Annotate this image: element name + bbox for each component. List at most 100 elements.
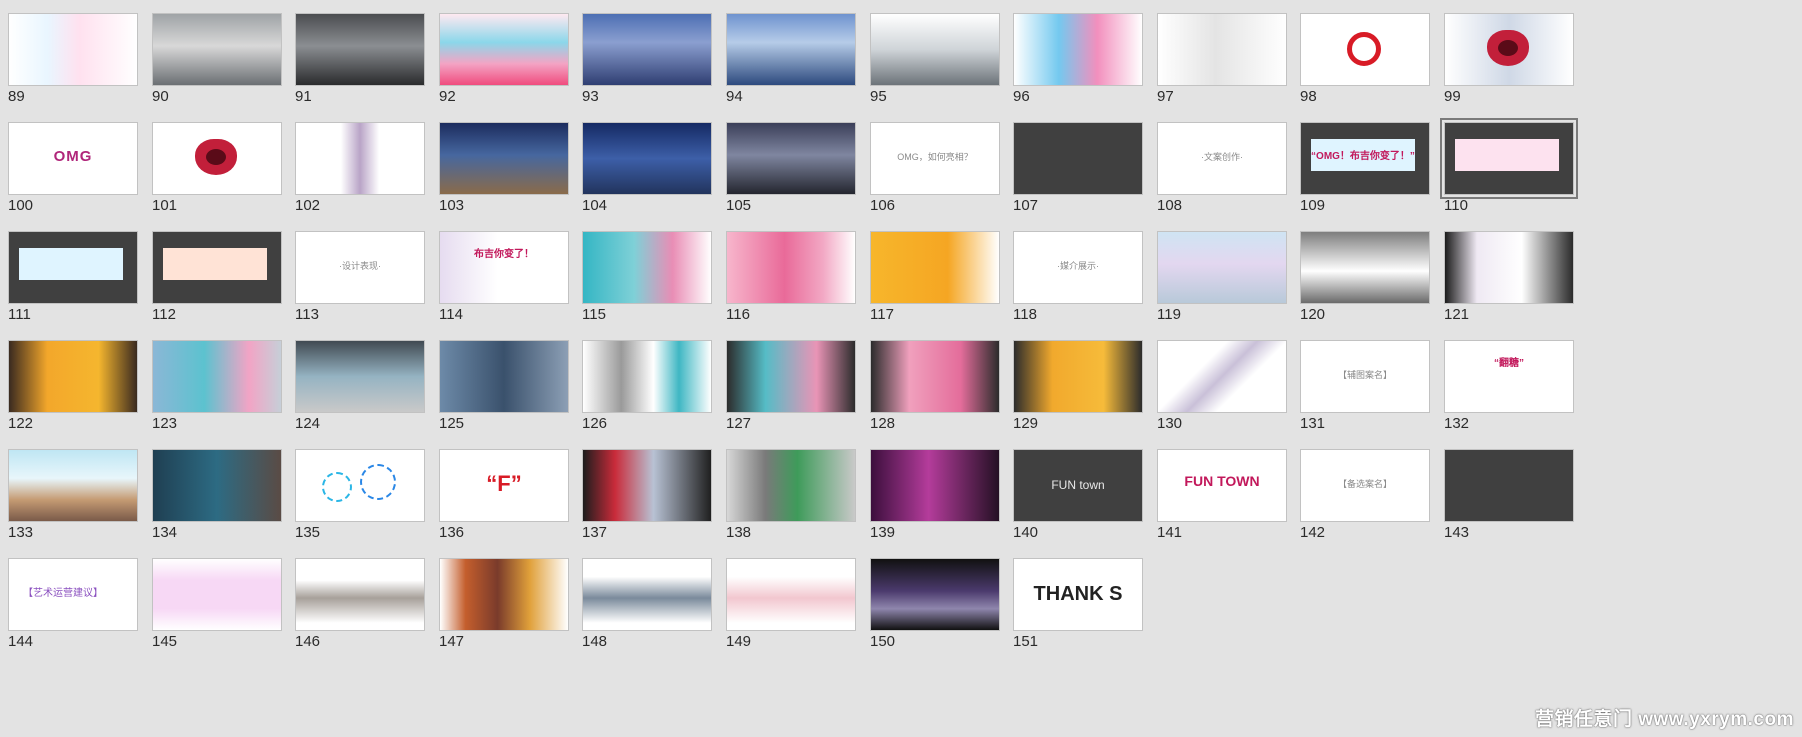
slide-thumbnail-108[interactable]: ·文案创作· 108 xyxy=(1157,122,1287,214)
slide-thumbnail-94[interactable]: 94 xyxy=(726,13,856,105)
slide-thumbnail-131[interactable]: 【辅图案名】 131 xyxy=(1300,340,1430,432)
slide-number: 109 xyxy=(1300,197,1326,214)
slide-thumbnail-107[interactable]: 107 xyxy=(1013,122,1143,214)
slide-thumbnail-146[interactable]: 146 xyxy=(295,558,425,650)
slide-thumbnail-98[interactable]: 98 xyxy=(1300,13,1430,105)
slide-number: 144 xyxy=(8,633,34,650)
slide-preview: “F” xyxy=(439,449,569,522)
slide-thumbnail-137[interactable]: 137 xyxy=(582,449,712,541)
slide-thumbnail-89[interactable]: 89 xyxy=(8,13,138,105)
slide-thumbnail-96[interactable]: 96 xyxy=(1013,13,1143,105)
slide-thumbnail-115[interactable]: 115 xyxy=(582,231,712,323)
slide-thumbnail-135[interactable]: 135 xyxy=(295,449,425,541)
slide-thumbnail-134[interactable]: 134 xyxy=(152,449,282,541)
slide-number: 97 xyxy=(1157,88,1174,105)
slide-number: 103 xyxy=(439,197,465,214)
slide-thumbnail-110[interactable]: 110 xyxy=(1440,118,1578,214)
slide-preview xyxy=(1013,340,1143,413)
slide-thumbnail-140[interactable]: FUN town 140 xyxy=(1013,449,1143,541)
slide-thumbnail-101[interactable]: 101 xyxy=(152,122,282,214)
slide-thumbnail-122[interactable]: 122 xyxy=(8,340,138,432)
slide-thumbnail-121[interactable]: 121 xyxy=(1444,231,1574,323)
slide-thumbnail-112[interactable]: 112 xyxy=(152,231,282,323)
slide-thumbnail-147[interactable]: 147 xyxy=(439,558,569,650)
slide-thumbnail-126[interactable]: 126 xyxy=(582,340,712,432)
slide-preview: 【艺术运营建议】 xyxy=(8,558,138,631)
slide-sorter[interactable]: 89 90 91 92 93 94 95 96 97 98 99 OMG 100 101 102 103 104… xyxy=(0,0,1802,737)
slide-thumbnail-145[interactable]: 145 xyxy=(152,558,282,650)
slide-number: 127 xyxy=(726,415,752,432)
text-banner: “OMG！布吉你变了！” xyxy=(1311,139,1415,171)
slide-thumbnail-148[interactable]: 148 xyxy=(582,558,712,650)
slide-thumbnail-124[interactable]: 124 xyxy=(295,340,425,432)
slide-number: 130 xyxy=(1157,415,1183,432)
slide-thumbnail-143[interactable]: 143 xyxy=(1444,449,1574,541)
slide-thumbnail-119[interactable]: 119 xyxy=(1157,231,1287,323)
slide-number: 113 xyxy=(295,306,319,323)
slide-number: 129 xyxy=(1013,415,1039,432)
slide-caption: FUN TOWN xyxy=(1184,474,1260,488)
slide-thumbnail-111[interactable]: 111 xyxy=(8,231,138,323)
slide-thumbnail-139[interactable]: 139 xyxy=(870,449,1000,541)
slide-preview xyxy=(1444,449,1574,522)
slide-thumbnail-91[interactable]: 91 xyxy=(295,13,425,105)
slide-thumbnail-123[interactable]: 123 xyxy=(152,340,282,432)
slide-number: 123 xyxy=(152,415,178,432)
slide-thumbnail-144[interactable]: 【艺术运营建议】 144 xyxy=(8,558,138,650)
slide-preview xyxy=(295,449,425,522)
slide-number: 134 xyxy=(152,524,178,541)
slide-thumbnail-142[interactable]: 【备选案名】 142 xyxy=(1300,449,1430,541)
slide-preview xyxy=(1013,13,1143,86)
slide-thumbnail-136[interactable]: “F” 136 xyxy=(439,449,569,541)
slide-preview: ·设计表现· xyxy=(295,231,425,304)
slide-thumbnail-149[interactable]: 149 xyxy=(726,558,856,650)
slide-thumbnail-130[interactable]: 130 xyxy=(1157,340,1287,432)
slide-preview xyxy=(726,122,856,195)
slide-thumbnail-150[interactable]: 150 xyxy=(870,558,1000,650)
slide-thumbnail-103[interactable]: 103 xyxy=(439,122,569,214)
slide-thumbnail-141[interactable]: FUN TOWN 141 xyxy=(1157,449,1287,541)
slide-thumbnail-113[interactable]: ·设计表现· 113 xyxy=(295,231,425,323)
slide-thumbnail-127[interactable]: 127 xyxy=(726,340,856,432)
slide-preview xyxy=(582,231,712,304)
slide-thumbnail-132[interactable]: “翻糖” 132 xyxy=(1444,340,1574,432)
slide-thumbnail-125[interactable]: 125 xyxy=(439,340,569,432)
slide-thumbnail-118[interactable]: ·媒介展示· 118 xyxy=(1013,231,1143,323)
slide-thumbnail-120[interactable]: 120 xyxy=(1300,231,1430,323)
slide-number: 139 xyxy=(870,524,896,541)
slide-thumbnail-99[interactable]: 99 xyxy=(1444,13,1574,105)
slide-thumbnail-105[interactable]: 105 xyxy=(726,122,856,214)
slide-thumbnail-129[interactable]: 129 xyxy=(1013,340,1143,432)
slide-preview: THANK S xyxy=(1013,558,1143,631)
slide-thumbnail-100[interactable]: OMG 100 xyxy=(8,122,138,214)
slide-number: 122 xyxy=(8,415,34,432)
slide-thumbnail-92[interactable]: 92 xyxy=(439,13,569,105)
slide-thumbnail-133[interactable]: 133 xyxy=(8,449,138,541)
slide-thumbnail-104[interactable]: 104 xyxy=(582,122,712,214)
slide-thumbnail-106[interactable]: OMG，如何亮相？ 106 xyxy=(870,122,1000,214)
slide-thumbnail-102[interactable]: 102 xyxy=(295,122,425,214)
slide-thumbnail-128[interactable]: 128 xyxy=(870,340,1000,432)
slide-thumbnail-109[interactable]: “OMG！布吉你变了！” 109 xyxy=(1300,122,1430,214)
slide-thumbnail-93[interactable]: 93 xyxy=(582,13,712,105)
slide-number: 128 xyxy=(870,415,896,432)
slide-number: 132 xyxy=(1444,415,1470,432)
slide-number: 120 xyxy=(1300,306,1326,323)
slide-preview xyxy=(1300,231,1430,304)
slide-number: 142 xyxy=(1300,524,1326,541)
slide-thumbnail-138[interactable]: 138 xyxy=(726,449,856,541)
slide-thumbnail-116[interactable]: 116 xyxy=(726,231,856,323)
slide-thumbnail-151[interactable]: THANK S 151 xyxy=(1013,558,1143,650)
slide-number: 112 xyxy=(152,306,176,323)
slide-thumbnail-117[interactable]: 117 xyxy=(870,231,1000,323)
slide-thumbnail-97[interactable]: 97 xyxy=(1157,13,1287,105)
slide-number: 143 xyxy=(1444,524,1470,541)
slide-number: 147 xyxy=(439,633,465,650)
slide-thumbnail-95[interactable]: 95 xyxy=(870,13,1000,105)
slide-thumbnail-90[interactable]: 90 xyxy=(152,13,282,105)
slide-preview xyxy=(8,340,138,413)
slide-caption: ·文案创作· xyxy=(1201,152,1243,162)
slide-number: 137 xyxy=(582,524,608,541)
slide-number: 99 xyxy=(1444,88,1461,105)
slide-thumbnail-114[interactable]: 布吉你变了！ 114 xyxy=(439,231,569,323)
